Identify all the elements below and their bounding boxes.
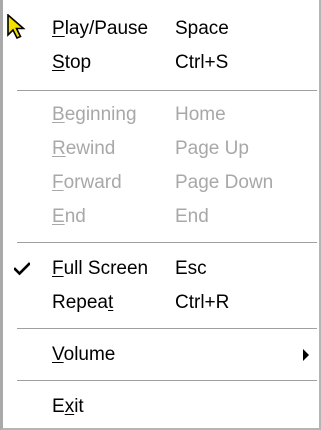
mnemonic-letter: E <box>52 206 65 227</box>
menu-item-volume[interactable]: Volume <box>6 338 320 372</box>
shortcut-label: Page Down <box>175 172 274 193</box>
menu-item-label: Stop <box>52 52 92 73</box>
menu-item-label: Rewind <box>52 138 116 159</box>
mnemonic-letter: S <box>52 52 65 73</box>
mnemonic-letter: R <box>52 138 66 159</box>
shortcut-label: Ctrl+S <box>175 52 229 73</box>
menu-item-end: End End <box>6 200 320 234</box>
menu-item-rewind: Rewind Page Up <box>6 132 320 166</box>
menu-item-label: Exit <box>52 396 84 417</box>
menu-item-repeat[interactable]: Repeat Ctrl+R <box>6 286 320 320</box>
menu-item-exit[interactable]: Exit <box>6 390 320 424</box>
context-menu: Play/Pause Space Stop Ctrl+S Beginning H… <box>0 0 321 430</box>
shortcut-label: End <box>175 206 209 227</box>
menu-item-label: End <box>52 206 86 227</box>
menu-item-label: Repeat <box>52 292 114 313</box>
mnemonic-letter: t <box>108 292 114 313</box>
checkmark-icon <box>14 262 30 276</box>
menu-item-full-screen[interactable]: Full Screen Esc <box>6 252 320 286</box>
shortcut-label: Home <box>175 104 226 125</box>
submenu-arrow-icon <box>303 349 309 361</box>
menu-item-forward: Forward Page Down <box>6 166 320 200</box>
mnemonic-letter: P <box>52 18 65 39</box>
menu-item-label: Play/Pause <box>52 18 149 39</box>
mnemonic-letter: V <box>52 344 64 365</box>
mnemonic-letter: B <box>52 104 65 125</box>
shortcut-label: Ctrl+R <box>175 292 230 313</box>
mnemonic-letter: F <box>52 258 64 279</box>
shortcut-label: Page Up <box>175 138 249 159</box>
shortcut-label: Space <box>175 18 229 39</box>
menu-item-label: Forward <box>52 172 122 193</box>
menu-item-beginning: Beginning Home <box>6 98 320 132</box>
menu-separator <box>17 242 317 244</box>
shortcut-label: Esc <box>175 258 207 279</box>
arrow-pointer-icon <box>7 14 26 40</box>
menu-item-label: Full Screen <box>52 258 149 279</box>
mnemonic-letter: F <box>52 172 64 193</box>
menu-separator <box>17 380 317 382</box>
menu-separator <box>17 328 317 330</box>
menu-item-stop[interactable]: Stop Ctrl+S <box>6 46 320 80</box>
menu-separator <box>17 90 317 92</box>
menu-item-play-pause[interactable]: Play/Pause Space <box>6 12 320 46</box>
menu-item-label: Beginning <box>52 104 137 125</box>
menu-item-label: Volume <box>52 344 116 365</box>
mnemonic-letter: x <box>64 396 75 417</box>
